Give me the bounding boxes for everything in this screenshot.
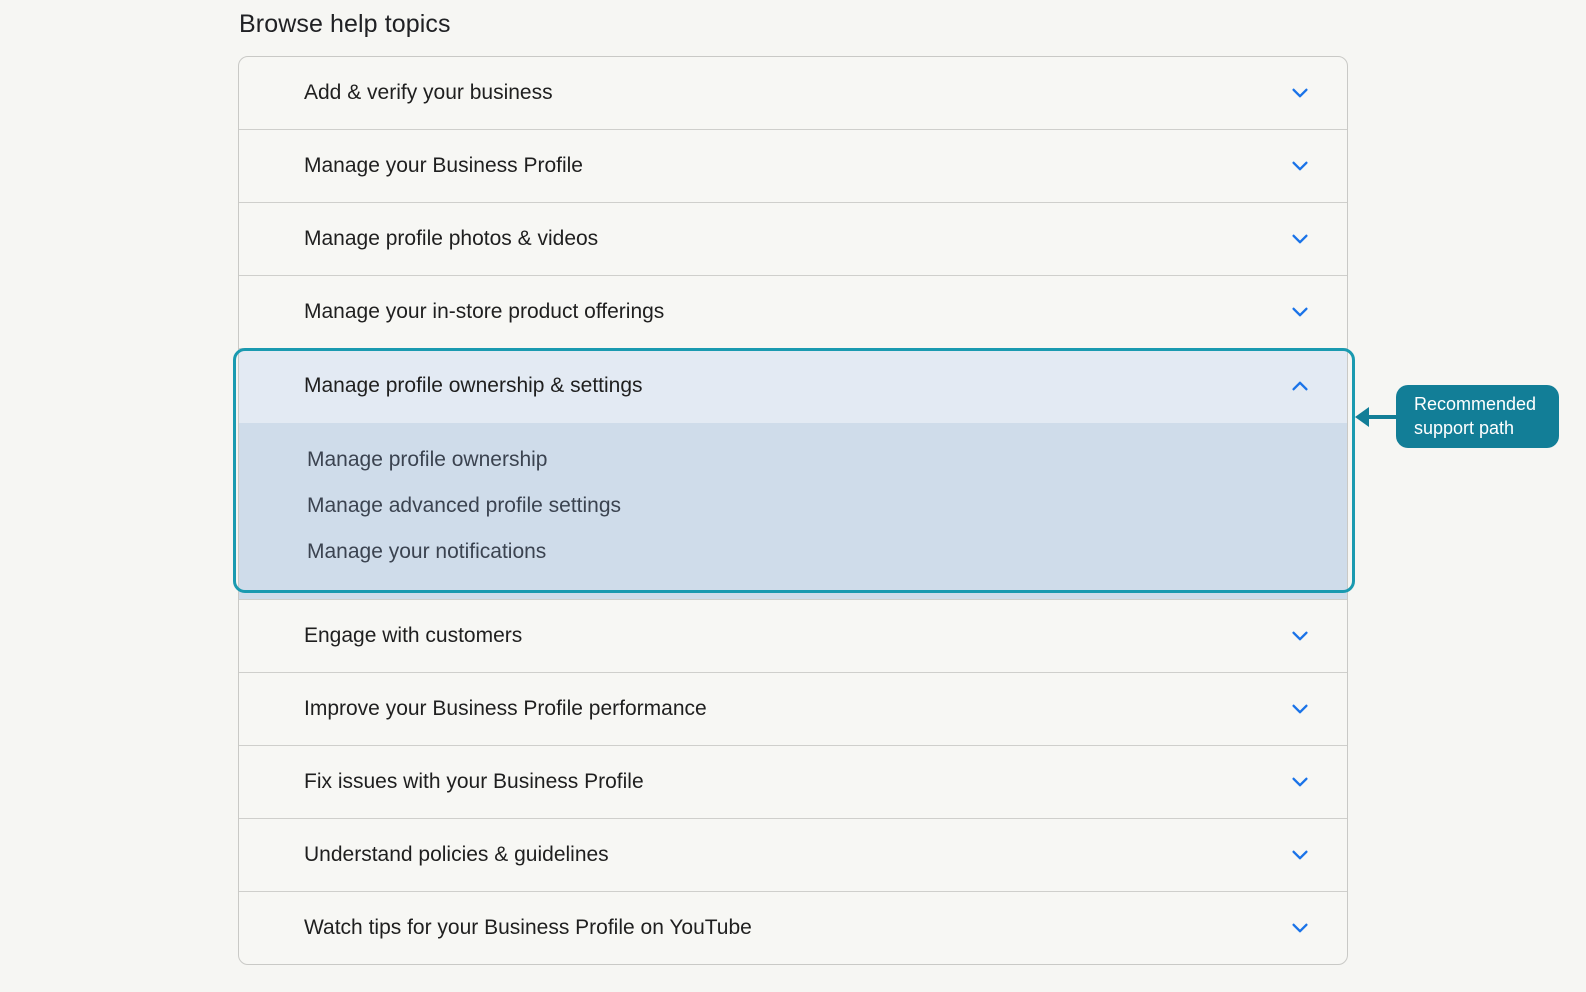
topic-label: Understand policies & guidelines [304,843,609,866]
chevron-down-icon[interactable] [1289,771,1311,793]
topic-row[interactable]: Improve your Business Profile performanc… [239,672,1347,745]
chevron-down-icon[interactable] [1289,228,1311,250]
topic-row[interactable]: Manage your in-store product offerings [239,275,1347,348]
callout-connector [1366,415,1397,419]
callout-line-1: Recommended [1414,394,1537,414]
chevron-down-icon[interactable] [1289,301,1311,323]
topic-label: Add & verify your business [304,81,553,104]
topic-label: Improve your Business Profile performanc… [304,697,707,720]
chevron-down-icon[interactable] [1289,625,1311,647]
topic-row[interactable]: Manage your Business Profile [239,129,1347,202]
topic-label: Manage profile photos & videos [304,227,599,250]
chevron-down-icon[interactable] [1289,82,1311,104]
topic-label: Manage your Business Profile [304,154,583,177]
topic-row[interactable]: Understand policies & guidelines [239,818,1347,891]
topic-label: Fix issues with your Business Profile [304,770,644,793]
help-center-page: Browse help topics Add & verify your bus… [0,0,1586,992]
sub-topic-link[interactable]: Manage your notifications [307,535,1347,581]
sub-topic-link[interactable]: Manage profile ownership [307,443,1347,489]
topic-row[interactable]: Add & verify your business [239,57,1347,129]
topic-row[interactable]: Fix issues with your Business Profile [239,745,1347,818]
topic-label: Manage your in-store product offerings [304,300,665,323]
chevron-down-icon[interactable] [1289,155,1311,177]
expanded-topic-header[interactable]: Manage profile ownership & settings [239,349,1347,423]
callout-arrow-icon [1355,407,1369,427]
callout-line-2: support path [1414,418,1515,438]
topic-row[interactable]: Manage profile photos & videos [239,202,1347,275]
chevron-down-icon[interactable] [1289,917,1311,939]
chevron-down-icon[interactable] [1289,698,1311,720]
expanded-topic: Manage profile ownership & settings Mana… [239,348,1347,599]
topic-label: Manage profile ownership & settings [304,374,643,397]
topic-label: Engage with customers [304,624,523,647]
topic-row[interactable]: Engage with customers [239,599,1347,672]
recommended-callout-badge: Recommended support path [1396,385,1559,448]
chevron-up-icon[interactable] [1289,375,1311,397]
topic-label: Watch tips for your Business Profile on … [304,916,752,939]
expanded-topic-links: Manage profile ownership Manage advanced… [239,423,1347,599]
page-title: Browse help topics [239,10,451,38]
sub-topic-link[interactable]: Manage advanced profile settings [307,489,1347,535]
chevron-down-icon[interactable] [1289,844,1311,866]
help-topics-accordion: Add & verify your business Manage your B… [238,56,1348,965]
topic-row[interactable]: Watch tips for your Business Profile on … [239,891,1347,964]
